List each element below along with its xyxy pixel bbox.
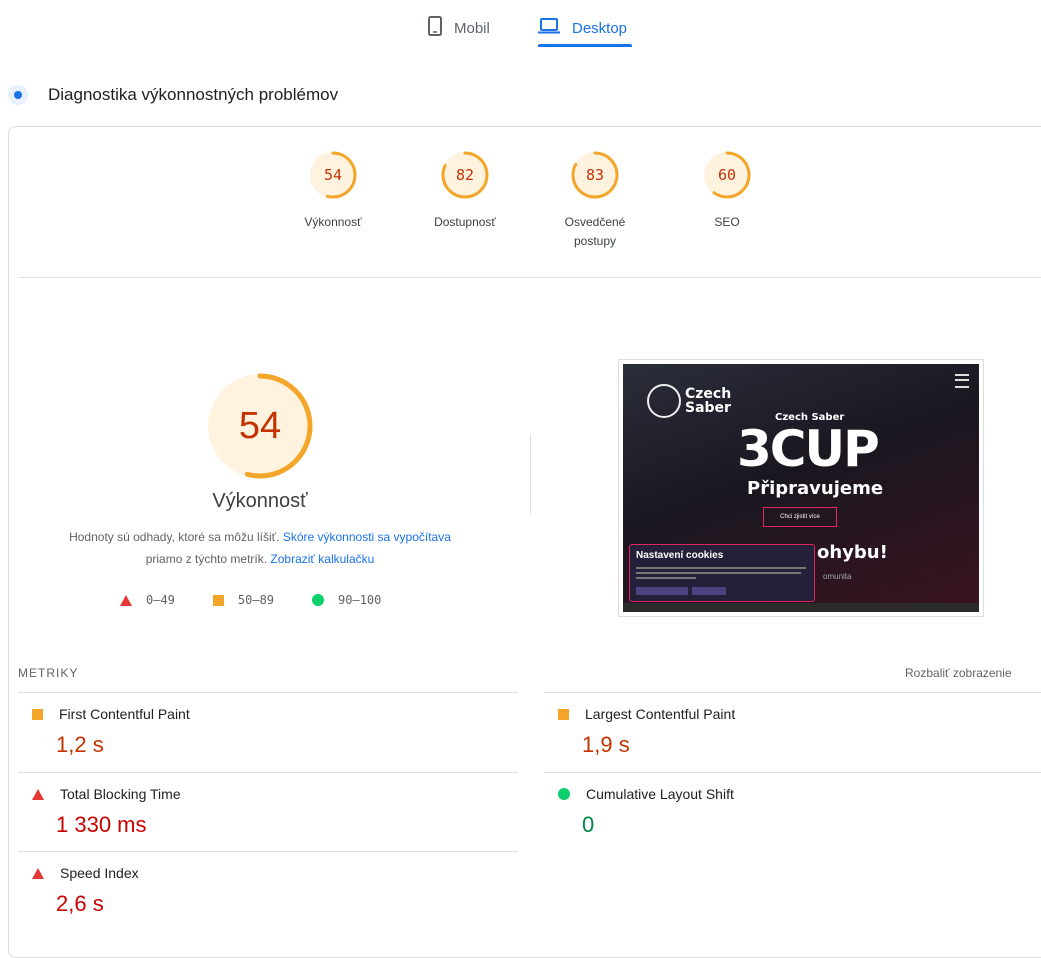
- legend-good-label: 90–100: [338, 593, 382, 607]
- section-title: Diagnostika výkonnostných problémov: [48, 85, 339, 104]
- metric-label: Speed Index: [60, 865, 139, 881]
- expand-view-button[interactable]: Rozbaliť zobrazenie: [905, 666, 1012, 680]
- tab-desktop[interactable]: Desktop: [538, 10, 627, 46]
- legend-average-label: 50–89: [237, 593, 275, 607]
- metric-value: 1 330 ms: [56, 812, 147, 837]
- metric-divider: [18, 851, 518, 852]
- square-icon: [212, 594, 224, 606]
- tab-mobile-label: Mobil: [454, 19, 490, 37]
- cookie-banner: Nastavení cookies: [629, 544, 815, 602]
- metric-value: 2,6 s: [56, 891, 104, 916]
- metric-speed-index: Speed Index 2,6 s: [28, 865, 488, 917]
- thumbnail-headline: ohybu!: [817, 542, 888, 563]
- metric-label: First Contentful Paint: [59, 706, 190, 722]
- score-legend: 0–49 50–89 90–100: [120, 593, 419, 607]
- score-gauges: 54 Výkonnosť 82 Dostupnosť 83 Osvedčené …: [0, 150, 1041, 270]
- divider: [18, 277, 1041, 278]
- metric-value: 0: [582, 812, 595, 837]
- gauge-label: Výkonnosť: [304, 215, 362, 229]
- calculator-link[interactable]: Zobraziť kalkulačku: [270, 552, 374, 566]
- metric-cls: Cumulative Layout Shift 0: [554, 786, 1014, 838]
- cookie-button: [692, 587, 726, 595]
- average-square-icon: [558, 708, 569, 720]
- logo-text: Czech: [685, 386, 732, 402]
- score-calculation-link[interactable]: Skóre výkonnosti sa vypočítava: [283, 530, 451, 544]
- cookie-title: Nastavení cookies: [636, 550, 724, 561]
- pass-circle-icon: [558, 788, 570, 800]
- metric-label: Total Blocking Time: [60, 786, 181, 802]
- desc-text: priamo z týchto metrík.: [145, 552, 268, 566]
- gauge-seo[interactable]: 60 SEO: [672, 150, 782, 232]
- active-tab-indicator: [538, 44, 632, 47]
- metric-value: 1,2 s: [56, 732, 104, 757]
- phone-icon: [428, 16, 442, 40]
- cookie-text-line: [636, 567, 806, 569]
- thumbnail-tagline: Připravujeme: [747, 478, 884, 499]
- laptop-icon: [538, 18, 560, 38]
- performance-score: 54: [238, 405, 282, 447]
- metric-divider: [544, 772, 1041, 773]
- gauge-value: 54: [323, 166, 343, 184]
- metric-label: Cumulative Layout Shift: [586, 786, 734, 802]
- metric-label: Largest Contentful Paint: [585, 706, 736, 722]
- gauge-accessibility[interactable]: 82 Dostupnosť: [410, 150, 520, 232]
- hamburger-menu-icon: [955, 374, 969, 388]
- metric-value: 1,9 s: [582, 732, 630, 757]
- legend-bad-label: 0–49: [146, 593, 175, 607]
- gauge-value: 83: [585, 166, 605, 184]
- tab-desktop-label: Desktop: [572, 19, 628, 37]
- vertical-divider: [530, 434, 531, 514]
- gauge-value: 82: [455, 166, 475, 184]
- thumbnail-button: Chci zjistit více: [763, 507, 837, 527]
- cookie-button: [636, 587, 688, 595]
- metric-divider: [18, 772, 518, 773]
- gauge-label: Dostupnosť: [434, 215, 496, 229]
- gauge-label: Osvedčené postupy: [564, 215, 626, 248]
- legend-average: 50–89: [212, 593, 275, 607]
- taskbar: [623, 603, 979, 612]
- average-square-icon: [32, 708, 43, 720]
- metric-tbt: Total Blocking Time 1 330 ms: [28, 786, 488, 838]
- thumbnail-title: 3CUP: [737, 420, 880, 478]
- cookie-text-line: [636, 572, 801, 574]
- fail-triangle-icon: [32, 867, 44, 879]
- legend-bad: 0–49: [120, 593, 175, 607]
- tab-mobile[interactable]: Mobil: [428, 10, 490, 46]
- performance-description: Hodnoty sú odhady, ktoré sa môžu líšiť. …: [40, 526, 480, 570]
- performance-label: Výkonnosť: [212, 490, 308, 512]
- thumbnail-content: Czech Saber Czech Saber 3CUP Připravujeme…: [623, 364, 979, 612]
- lighthouse-icon: [8, 85, 28, 105]
- thumbnail-community: omunita: [823, 572, 852, 581]
- metric-divider: [544, 692, 1041, 693]
- legend-good: 90–100: [312, 593, 381, 607]
- site-logo: Czech Saber: [647, 384, 731, 418]
- circle-icon: [312, 594, 325, 606]
- gauge-label: SEO: [714, 215, 740, 229]
- desc-text: Hodnoty sú odhady, ktoré sa môžu líšiť.: [69, 530, 280, 544]
- metric-divider: [18, 692, 518, 693]
- metric-lcp: Largest Contentful Paint 1,9 s: [554, 706, 1014, 758]
- triangle-icon: [120, 594, 132, 606]
- logo-text: Saber: [685, 400, 731, 416]
- gauge-value: 60: [717, 166, 737, 184]
- fail-triangle-icon: [32, 788, 44, 800]
- gauge-performance[interactable]: 54 Výkonnosť: [278, 150, 388, 232]
- metrics-header: METRIKY: [18, 666, 79, 680]
- gauge-best-practices[interactable]: 83 Osvedčené postupy: [540, 150, 650, 251]
- logo-icon: [647, 384, 681, 418]
- device-tabs: Mobil Desktop: [0, 0, 1041, 54]
- metric-fcp: First Contentful Paint 1,2 s: [28, 706, 488, 758]
- diagnostics-header: Diagnostika výkonnostných problémov: [8, 85, 338, 105]
- cookie-text-line: [636, 577, 696, 579]
- page-screenshot-thumbnail[interactable]: Czech Saber Czech Saber 3CUP Připravujeme…: [618, 359, 984, 617]
